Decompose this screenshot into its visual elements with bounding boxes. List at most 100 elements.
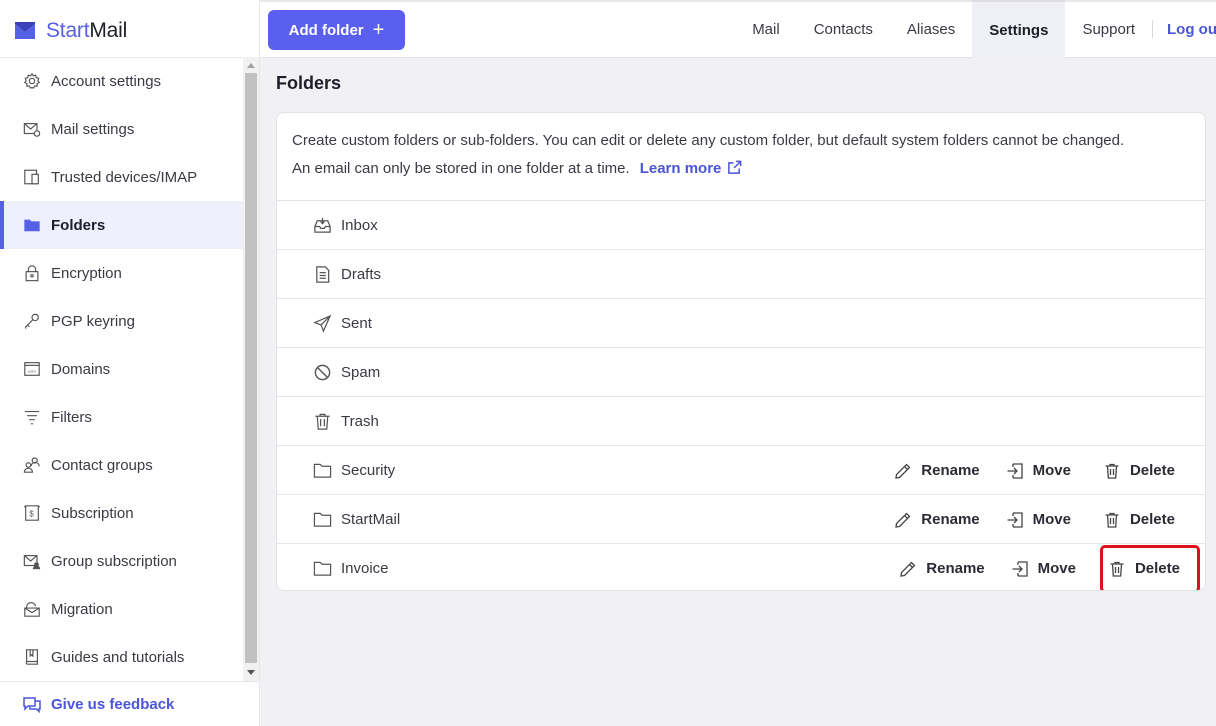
sidebar-item-label: Trusted devices/IMAP: [51, 168, 198, 186]
devices-icon: [22, 167, 42, 187]
tab-mail[interactable]: Mail: [735, 0, 797, 58]
folder-row-drafts[interactable]: Drafts: [277, 250, 1205, 299]
rename-button[interactable]: Rename: [894, 453, 980, 489]
main-tabs: Mail Contacts Aliases Settings Support L…: [735, 0, 1216, 58]
trash-icon: [1105, 512, 1119, 528]
sidebar-scrollbar[interactable]: [243, 57, 259, 681]
move-label: Move: [1037, 560, 1076, 577]
book-icon: [22, 647, 42, 667]
sidebar-item-label: Mail settings: [51, 120, 135, 138]
lock-icon: [22, 263, 42, 283]
folders-card: Create custom folders or sub-folders. Yo…: [276, 112, 1206, 591]
spam-icon: [312, 362, 332, 382]
sidebar-item-migration[interactable]: Migration: [0, 585, 243, 633]
sidebar-item-filters[interactable]: Filters: [0, 393, 243, 441]
sidebar-item-encryption[interactable]: Encryption: [0, 249, 243, 297]
sidebar-item-label: Account settings: [51, 72, 162, 90]
delete-button-highlighted[interactable]: Delete: [1099, 544, 1201, 590]
folder-actions: Rename Move Delete: [894, 446, 1205, 495]
sidebar-item-guides[interactable]: Guides and tutorials: [0, 633, 243, 681]
delete-label: Delete: [1129, 511, 1175, 528]
folder-row-spam[interactable]: Spam: [277, 348, 1205, 397]
folder-name: Security: [341, 461, 396, 479]
folders-description: Create custom folders or sub-folders. Yo…: [277, 113, 1205, 201]
sidebar-item-label: Folders: [51, 216, 106, 234]
scroll-thumb[interactable]: [245, 73, 257, 663]
page-title: Folders: [276, 73, 342, 93]
folder-row-invoice[interactable]: Invoice Rename Move Delete: [277, 544, 1205, 590]
learn-more-label: Learn more: [639, 160, 722, 177]
startmail-logo[interactable]: StartMail: [14, 16, 127, 46]
tab-contacts[interactable]: Contacts: [797, 0, 890, 58]
folder-actions: Rename Move Delete: [894, 495, 1205, 544]
folder-name: Sent: [341, 314, 372, 332]
key-icon: [22, 311, 42, 331]
tab-support[interactable]: Support: [1065, 0, 1152, 58]
move-button[interactable]: Move: [1006, 502, 1071, 538]
filter-icon: [22, 407, 42, 427]
move-button[interactable]: Move: [1011, 551, 1076, 587]
move-icon: [1012, 560, 1028, 577]
gear-icon: [22, 71, 42, 91]
sidebar-item-contact-groups[interactable]: Contact groups: [0, 441, 243, 489]
delete-button[interactable]: Delete: [1098, 502, 1180, 538]
mail-settings-icon: [22, 119, 42, 139]
sidebar-item-label: Guides and tutorials: [51, 648, 185, 666]
folder-row-inbox[interactable]: Inbox: [277, 201, 1205, 250]
folder-name: Inbox: [341, 216, 378, 234]
rename-label: Rename: [926, 560, 985, 577]
logout-link[interactable]: Log out: [1153, 0, 1216, 58]
scroll-down-arrow-icon[interactable]: [247, 670, 255, 675]
sidebar-item-subscription[interactable]: $ Subscription: [0, 489, 243, 537]
folder-name: Spam: [341, 363, 381, 381]
sidebar-item-domains[interactable]: .com Domains: [0, 345, 243, 393]
folder-icon: [312, 559, 332, 579]
rename-button[interactable]: Rename: [899, 551, 985, 587]
sidebar-item-trusted-devices[interactable]: Trusted devices/IMAP: [0, 153, 243, 201]
svg-text:.com: .com: [27, 369, 36, 374]
delete-label: Delete: [1129, 462, 1175, 479]
folder-row-sent[interactable]: Sent: [277, 299, 1205, 348]
sidebar-item-pgp-keyring[interactable]: PGP keyring: [0, 297, 243, 345]
folder-icon: [312, 509, 332, 529]
sidebar-item-label: Subscription: [51, 504, 134, 522]
scroll-up-arrow-icon[interactable]: [247, 63, 255, 68]
drafts-icon: [312, 264, 332, 284]
tab-settings[interactable]: Settings: [972, 0, 1066, 58]
sidebar-item-label: Encryption: [51, 264, 122, 282]
domain-icon: .com: [22, 359, 42, 379]
folder-icon: [312, 460, 332, 480]
add-folder-label: Add folder: [288, 21, 364, 39]
logo-start-text: Start: [46, 19, 90, 42]
plus-icon: +: [372, 19, 385, 41]
description-line-2: An email can only be stored in one folde…: [292, 155, 1190, 183]
sidebar: StartMail Account settings Mail settings…: [0, 0, 260, 726]
give-feedback-link[interactable]: Give us feedback: [0, 681, 259, 726]
folder-row-trash[interactable]: Trash: [277, 397, 1205, 446]
folder-row-startmail[interactable]: StartMail Rename Move Delete: [277, 495, 1205, 544]
sidebar-item-group-subscription[interactable]: Group subscription: [0, 537, 243, 585]
tab-aliases[interactable]: Aliases: [890, 0, 972, 58]
learn-more-link[interactable]: Learn more: [640, 160, 743, 177]
sidebar-item-label: Migration: [51, 600, 113, 618]
contacts-group-icon: [22, 455, 42, 475]
add-folder-button[interactable]: Add folder +: [268, 10, 405, 50]
move-label: Move: [1032, 462, 1071, 479]
external-link-icon: [728, 160, 742, 174]
envelope-logo-icon: [14, 22, 36, 39]
settings-nav: Account settings Mail settings Trusted d…: [0, 57, 243, 681]
sidebar-item-account-settings[interactable]: Account settings: [0, 57, 243, 105]
delete-button[interactable]: Delete: [1098, 453, 1180, 489]
move-icon: [1007, 511, 1023, 528]
move-button[interactable]: Move: [1006, 453, 1071, 489]
folder-row-security[interactable]: Security Rename Move Delete: [277, 446, 1205, 495]
sidebar-item-mail-settings[interactable]: Mail settings: [0, 105, 243, 153]
delete-label: Delete: [1134, 560, 1180, 577]
sidebar-item-label: PGP keyring: [51, 312, 135, 330]
description-line-1: Create custom folders or sub-folders. Yo…: [292, 132, 1125, 149]
rename-button[interactable]: Rename: [894, 502, 980, 538]
rename-label: Rename: [921, 511, 980, 528]
sidebar-item-folders[interactable]: Folders: [0, 201, 243, 249]
sent-icon: [312, 313, 332, 333]
rename-label: Rename: [921, 462, 980, 479]
